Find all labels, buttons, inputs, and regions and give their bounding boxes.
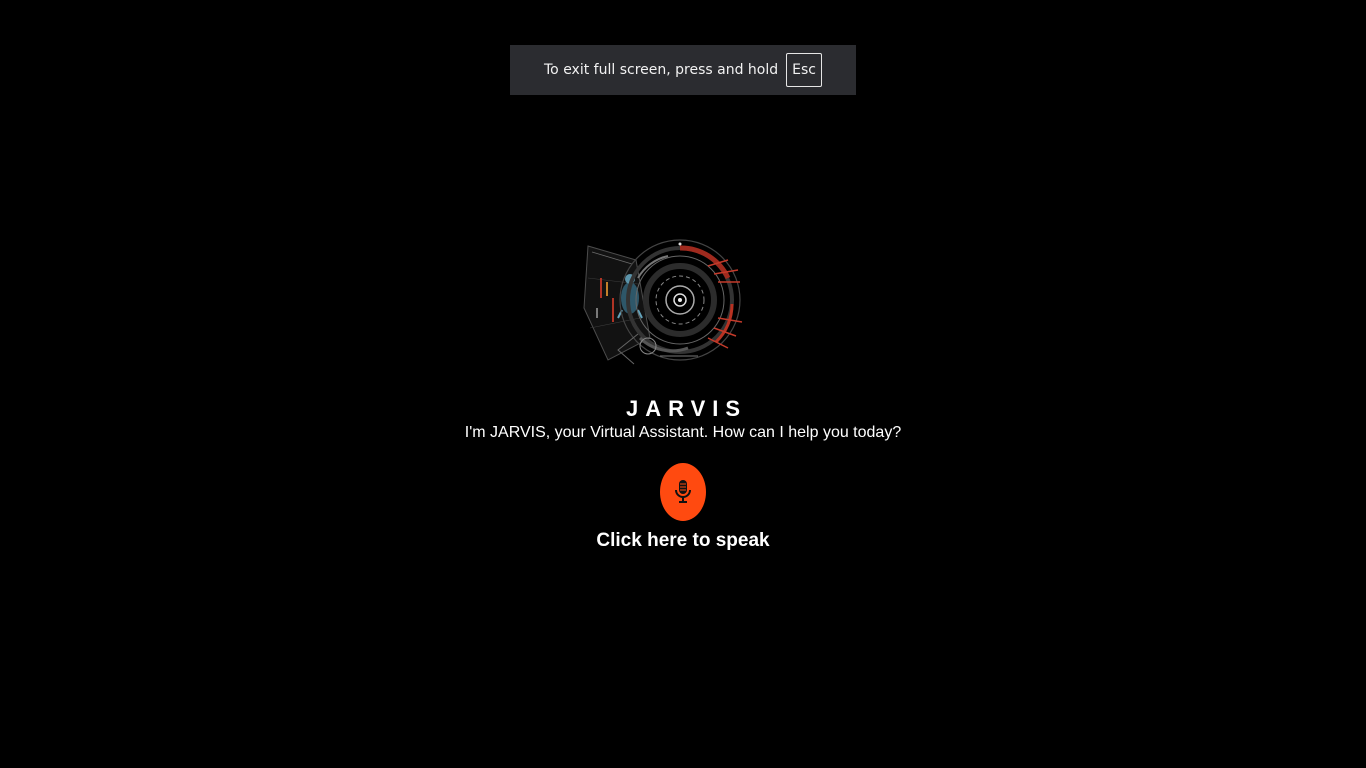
microphone-button[interactable] [660,463,706,521]
assistant-greeting: I'm JARVIS, your Virtual Assistant. How … [464,424,902,441]
speak-prompt-label[interactable]: Click here to speak [0,530,1366,552]
esc-key-badge: Esc [786,53,822,87]
assistant-title: JARVIS [625,396,748,421]
microphone-icon [675,480,691,503]
fullscreen-exit-message: To exit full screen, press and hold [544,62,779,78]
jarvis-hud-graphic [583,239,743,365]
fullscreen-exit-banner: To exit full screen, press and hold Esc [510,45,856,95]
